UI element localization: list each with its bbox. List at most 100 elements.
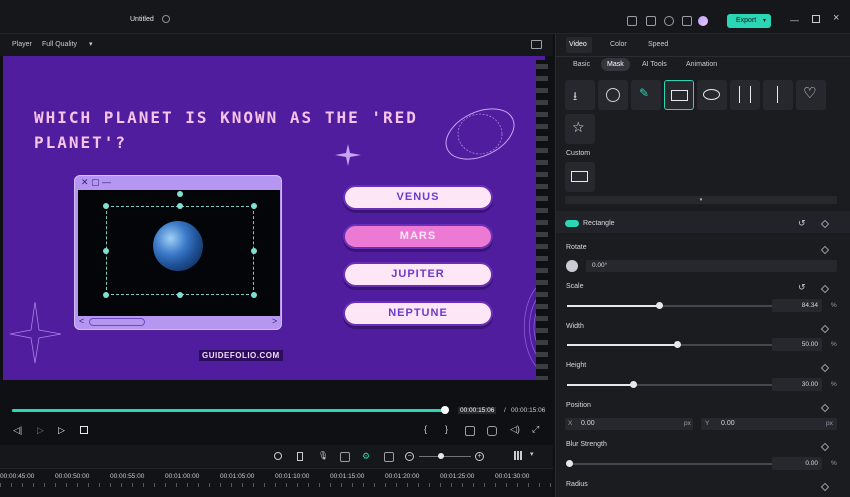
keyframe-icon[interactable] <box>820 403 830 413</box>
keyframe-icon[interactable] <box>820 245 830 255</box>
expand-shapes-bar[interactable]: ▾ <box>565 196 837 204</box>
prev-frame-icon[interactable]: ◁| <box>13 425 22 436</box>
playhead-knob[interactable] <box>441 406 449 414</box>
subtab-ai-tools[interactable]: AI Tools <box>636 58 673 71</box>
timeline-ruler[interactable]: 00:00:45:00 00:00:50:00 00:00:55:00 00:0… <box>0 468 553 497</box>
answer-venus[interactable]: VENUS <box>343 185 493 210</box>
resize-handle[interactable] <box>103 248 109 254</box>
tab-video[interactable]: Video <box>569 41 587 48</box>
tab-speed[interactable]: Speed <box>648 41 668 48</box>
snap-icon[interactable]: ⚙ <box>362 451 370 462</box>
camera-icon[interactable] <box>487 426 497 436</box>
subtab-basic[interactable]: Basic <box>567 58 596 71</box>
voiceover-icon[interactable] <box>340 452 350 462</box>
record-icon[interactable] <box>274 452 282 460</box>
stop-icon[interactable] <box>80 426 88 434</box>
mic-icon[interactable]: 🎙 <box>318 451 328 460</box>
mask-rectangle[interactable] <box>664 80 694 110</box>
resize-handle[interactable] <box>251 248 257 254</box>
mask-none[interactable] <box>598 80 628 110</box>
zoom-in-icon[interactable]: + <box>475 452 484 461</box>
video-preview[interactable]: Which planet is known as the 'red planet… <box>3 72 545 380</box>
subtab-animation[interactable]: Animation <box>680 58 723 71</box>
mask-star[interactable]: ☆ <box>565 114 595 144</box>
shield-icon[interactable] <box>297 452 303 461</box>
pip-icon[interactable] <box>384 452 394 462</box>
width-value[interactable]: 50.00 <box>772 338 822 351</box>
resize-handle[interactable] <box>251 292 257 298</box>
mask-line-single[interactable] <box>730 80 760 110</box>
answer-mars[interactable]: MARS <box>343 224 493 249</box>
subtab-mask[interactable]: Mask <box>601 58 630 71</box>
close-icon[interactable]: × <box>833 12 839 24</box>
blur-slider[interactable] <box>567 463 788 465</box>
rotate-input[interactable]: 0.00° <box>586 260 837 272</box>
quality-select[interactable]: Full Quality <box>42 41 77 48</box>
reset-icon[interactable]: ↺ <box>798 282 806 293</box>
scrollbar[interactable] <box>89 318 145 326</box>
custom-mask-slot[interactable] <box>565 162 595 192</box>
mask-heart[interactable]: ♡ <box>796 80 826 110</box>
cloud-sync-icon[interactable] <box>162 15 170 23</box>
layout-icon[interactable] <box>627 16 637 26</box>
snapshot-icon[interactable] <box>531 40 542 49</box>
height-value[interactable]: 30.00 <box>772 378 822 391</box>
display-icon[interactable] <box>465 426 475 436</box>
keyframe-icon[interactable] <box>820 324 830 334</box>
volume-icon[interactable]: ◁) <box>510 424 520 435</box>
height-slider-knob[interactable] <box>630 381 637 388</box>
play-icon[interactable]: ▷ <box>58 425 65 436</box>
resize-handle[interactable] <box>103 203 109 209</box>
scale-slider[interactable] <box>567 305 788 307</box>
earth-image-frame[interactable] <box>78 190 280 316</box>
playback-progress[interactable] <box>12 409 444 412</box>
resize-handle[interactable] <box>177 203 183 209</box>
reset-icon[interactable]: ↺ <box>798 218 806 229</box>
maximize-icon[interactable] <box>812 15 820 23</box>
export-button[interactable]: Export ▾ <box>727 14 771 28</box>
fullscreen-icon[interactable]: ⤢ <box>532 424 539 435</box>
resize-handle[interactable] <box>177 292 183 298</box>
rotate-dial[interactable] <box>566 260 578 272</box>
avatar[interactable] <box>698 16 708 26</box>
keyframe-icon[interactable] <box>820 363 830 373</box>
width-slider-knob[interactable] <box>674 341 681 348</box>
zoom-out-icon[interactable]: − <box>405 452 414 461</box>
rotate-handle[interactable] <box>177 191 183 197</box>
blur-slider-knob[interactable] <box>566 460 573 467</box>
earth-window[interactable]: ✕ ▢ — < > <box>74 175 282 330</box>
mask-draw[interactable]: ✎ <box>631 80 661 110</box>
keyframe-icon[interactable] <box>820 442 830 452</box>
mask-import[interactable]: ⭳ <box>565 80 595 110</box>
scroll-left-icon[interactable]: < <box>79 316 84 326</box>
scroll-right-icon[interactable]: > <box>272 316 277 326</box>
grid-icon[interactable] <box>682 16 692 26</box>
tab-color[interactable]: Color <box>610 41 627 48</box>
cloud-upload-icon[interactable] <box>664 16 674 26</box>
chevron-down-icon[interactable]: ▾ <box>530 450 534 458</box>
minimize-icon[interactable]: — <box>790 15 799 25</box>
zoom-slider[interactable] <box>419 456 471 457</box>
mask-bounding-box[interactable] <box>106 206 254 295</box>
chevron-down-icon[interactable]: ▾ <box>89 40 93 48</box>
scale-slider-knob[interactable] <box>656 302 663 309</box>
mask-line-double[interactable] <box>763 80 793 110</box>
resize-handle[interactable] <box>103 292 109 298</box>
rectangle-toggle[interactable] <box>565 220 579 227</box>
save-icon[interactable] <box>646 16 656 26</box>
scale-value[interactable]: 84.34 <box>772 299 822 312</box>
mark-in-icon[interactable]: { <box>424 424 427 434</box>
step-back-icon[interactable]: ▷ <box>37 425 44 436</box>
keyframe-icon[interactable] <box>820 284 830 294</box>
answer-neptune[interactable]: NEPTUNE <box>343 301 493 326</box>
resize-handle[interactable] <box>251 203 257 209</box>
mark-out-icon[interactable]: } <box>445 424 448 434</box>
chevron-down-icon[interactable]: ▾ <box>763 14 766 28</box>
height-slider[interactable] <box>567 384 788 386</box>
project-title[interactable]: Untitled <box>130 16 154 23</box>
grid-view-icon[interactable] <box>514 451 523 460</box>
keyframe-icon[interactable] <box>820 482 830 492</box>
blur-value[interactable]: 0.00 <box>772 457 822 470</box>
zoom-knob[interactable] <box>438 453 444 459</box>
answer-jupiter[interactable]: JUPITER <box>343 262 493 287</box>
